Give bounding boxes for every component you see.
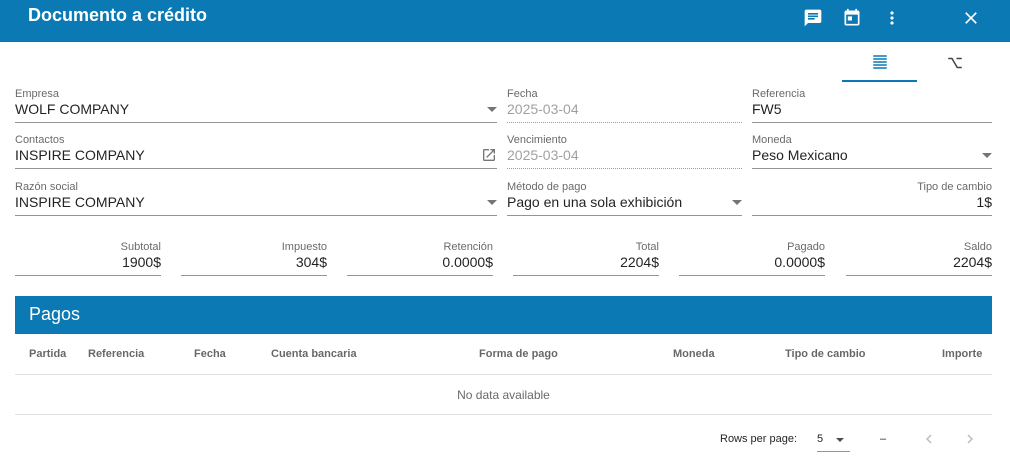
rows-per-page-label: Rows per page: [720, 433, 798, 445]
no-data-message: No data available [457, 388, 550, 402]
column-header-partida[interactable]: Partida [29, 348, 66, 360]
moneda-value: Peso Mexicano [752, 147, 848, 163]
chevron-left-icon[interactable] [920, 430, 938, 448]
total-value: 2204$ [620, 254, 659, 270]
app-bar: Documento a crédito [0, 0, 1010, 42]
saldo-value: 2204$ [953, 254, 992, 270]
contactos-label: Contactos [15, 134, 65, 146]
rows-per-page-value: 5 [817, 433, 824, 445]
column-header-importe[interactable]: Importe [942, 348, 982, 360]
subtotal-label: Subtotal [120, 241, 161, 253]
vencimiento-value: 2025-03-04 [507, 147, 579, 163]
dialog-title: Documento a crédito [28, 5, 208, 25]
open-in-new-icon[interactable] [481, 147, 497, 163]
column-header-cuenta-bancaria[interactable]: Cuenta bancaria [271, 348, 357, 360]
fecha-label: Fecha [507, 88, 538, 100]
table-footer-divider [15, 414, 992, 415]
contactos-value: INSPIRE COMPANY [15, 147, 145, 163]
tipo-cambio-value: 1$ [976, 194, 992, 210]
pagos-title: Pagos [29, 304, 81, 324]
dropdown-arrow-icon [982, 153, 992, 158]
referencia-value: FW5 [752, 101, 782, 117]
dropdown-arrow-icon [836, 438, 844, 442]
close-icon[interactable] [959, 6, 983, 30]
fecha-value: 2025-03-04 [507, 101, 579, 117]
referencia-label: Referencia [752, 88, 806, 100]
column-header-referencia[interactable]: Referencia [88, 348, 144, 360]
comment-icon[interactable] [801, 6, 825, 30]
razon-social-value: INSPIRE COMPANY [15, 194, 145, 210]
dropdown-arrow-icon [732, 200, 742, 205]
list-icon [871, 53, 889, 76]
pagado-label: Pagado [787, 241, 825, 253]
tipo-cambio-label: Tipo de cambio [917, 181, 992, 193]
vencimiento-label: Vencimiento [507, 134, 567, 146]
retencion-label: Retención [443, 241, 493, 253]
impuesto-value: 304$ [295, 254, 327, 270]
moneda-label: Moneda [752, 134, 792, 146]
retencion-value: 0.0000$ [442, 254, 493, 270]
empresa-value: WOLF COMPANY [15, 101, 130, 117]
table-header-divider [15, 374, 992, 375]
subtotal-value: 1900$ [122, 254, 161, 270]
pagado-value: 0.0000$ [774, 254, 825, 270]
column-header-moneda[interactable]: Moneda [673, 348, 715, 360]
tab-list-view[interactable] [842, 48, 917, 82]
metodo-pago-label: Método de pago [507, 181, 587, 193]
column-header-tipo-de-cambio[interactable]: Tipo de cambio [785, 348, 865, 360]
more-vert-icon[interactable] [880, 6, 904, 30]
pagination-range: – [880, 433, 887, 445]
saldo-label: Saldo [963, 241, 992, 253]
rows-per-page-select[interactable]: 5 [817, 430, 850, 452]
pagos-header: Pagos [15, 296, 992, 334]
option-icon [946, 54, 964, 77]
dropdown-arrow-icon [487, 107, 497, 112]
dropdown-arrow-icon [487, 200, 497, 205]
chevron-right-icon[interactable] [961, 430, 979, 448]
calendar-icon[interactable] [840, 6, 864, 30]
metodo-pago-value: Pago en una sola exhibición [507, 194, 683, 210]
impuesto-label: Impuesto [281, 241, 327, 253]
total-label: Total [635, 241, 659, 253]
column-header-forma-de-pago[interactable]: Forma de pago [479, 348, 558, 360]
razon-social-label: Razón social [15, 181, 78, 193]
empresa-label: Empresa [15, 88, 60, 100]
column-header-fecha[interactable]: Fecha [194, 348, 226, 360]
tab-option-view[interactable] [917, 48, 992, 82]
